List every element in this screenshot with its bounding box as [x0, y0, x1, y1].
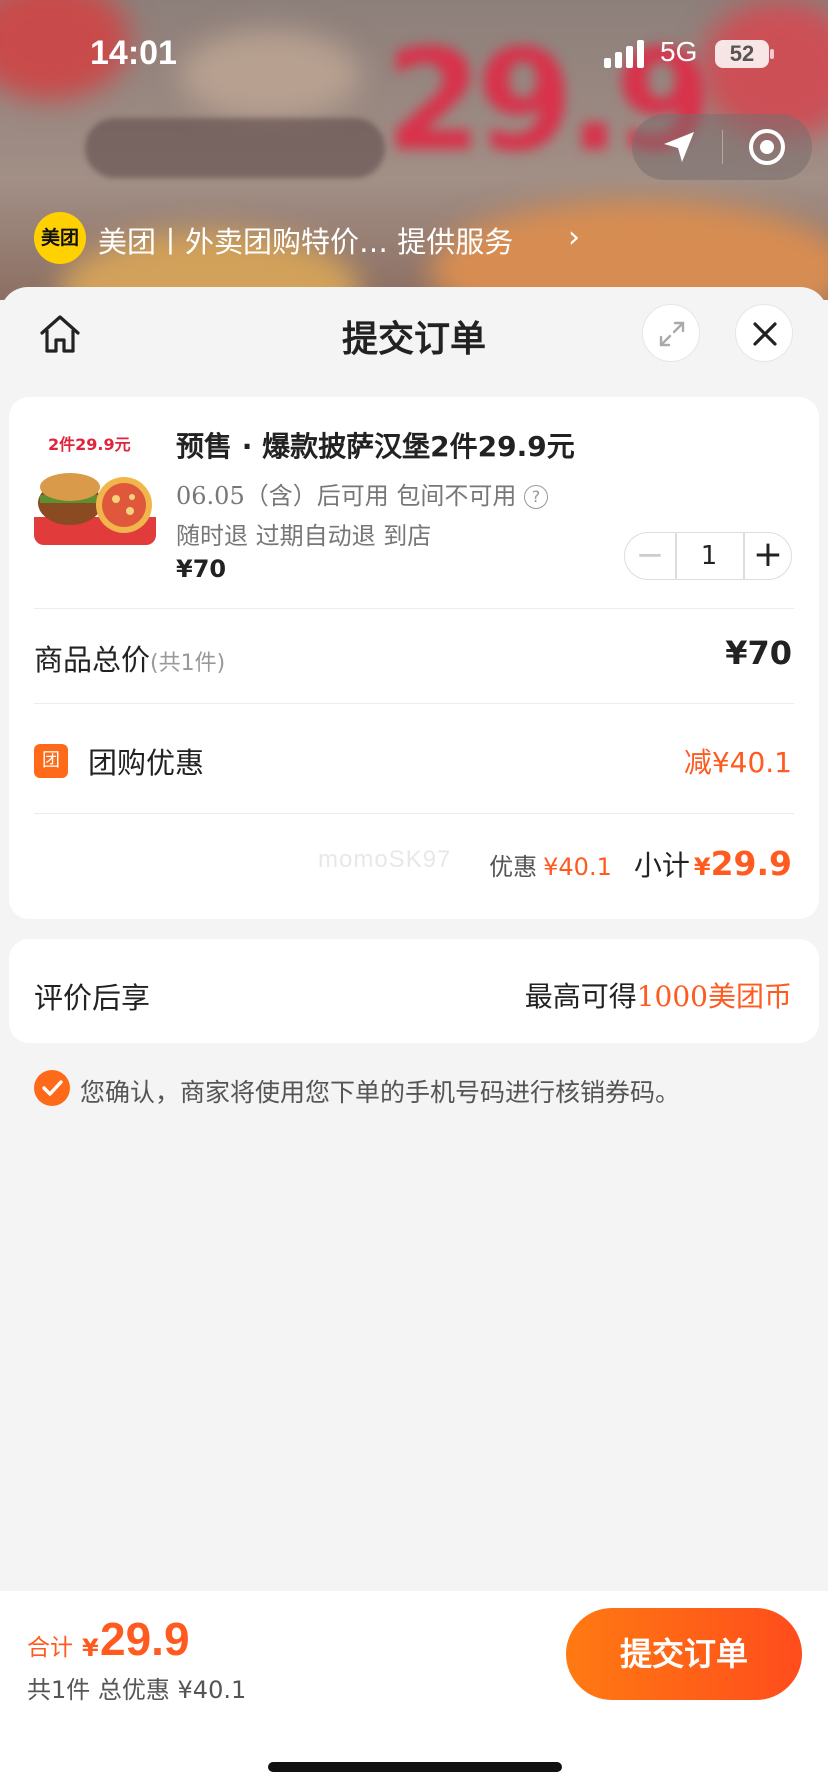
battery-nub: [770, 49, 774, 59]
product-tags: 随时退 过期自动退 到店: [176, 522, 432, 550]
increment-button[interactable]: +: [744, 532, 792, 580]
confirm-text: 您确认，商家将使用您下单的手机号码进行核销券码。: [80, 1078, 681, 1107]
product-availability: 06.05（含）后可用 包间不可用 ?: [176, 476, 548, 511]
submit-order-button[interactable]: 提交订单: [566, 1608, 802, 1700]
quantity-value[interactable]: 1: [676, 532, 742, 580]
review-label: 评价后享: [34, 981, 151, 1015]
total-label-row: 商品总价(共1件): [34, 637, 225, 679]
bottom-currency: ¥: [82, 1634, 99, 1662]
product-image: 2件29.9元: [34, 425, 156, 545]
bottom-total-label: 合计: [27, 1635, 73, 1661]
status-time: 14:01: [90, 34, 177, 72]
group-buy-discount: 减¥40.1: [683, 746, 792, 779]
provider-link[interactable]: 美团丨外卖团购特价… 提供服务: [98, 219, 513, 261]
review-coins: 1000美团币: [636, 980, 792, 1013]
subtotal-currency: ¥: [693, 853, 711, 881]
bottom-total-amount: 29.9: [100, 1613, 190, 1665]
total-count: (共1件): [150, 651, 226, 676]
network-label: 5G: [660, 36, 698, 67]
location-arrow-icon[interactable]: [660, 128, 698, 166]
chevron-right-icon[interactable]: ›: [568, 220, 580, 255]
watermark-text: momoSK97: [318, 846, 452, 873]
capsule-divider: [722, 130, 723, 164]
group-buy-icon: 团: [34, 744, 68, 778]
group-buy-label: 团购优惠: [88, 746, 205, 780]
subtotal-label: 小计: [633, 849, 690, 882]
divider: [34, 703, 794, 704]
confirm-checkbox[interactable]: [34, 1070, 70, 1106]
close-button[interactable]: [735, 304, 793, 362]
total-price: ¥70: [725, 634, 792, 672]
expand-button[interactable]: [642, 304, 700, 362]
product-image-badge: 2件29.9元: [48, 435, 131, 454]
signal-icon: [604, 40, 644, 68]
expand-icon: [659, 321, 685, 347]
availability-text: 06.05（含）后可用 包间不可用: [176, 482, 517, 510]
total-label: 商品总价: [34, 643, 151, 677]
subtotal-row: 优惠 ¥40.1 小计 ¥29.9: [489, 844, 792, 884]
divider: [34, 813, 794, 814]
subtotal-value: 29.9: [710, 844, 792, 883]
product-price: ¥70: [176, 555, 227, 583]
target-icon[interactable]: [748, 128, 786, 166]
home-indicator: [268, 1762, 562, 1772]
checkmark-icon: [42, 1080, 63, 1096]
close-icon: [753, 322, 777, 346]
divider: [34, 608, 794, 609]
meituan-logo: 美团: [34, 212, 86, 264]
product-title: 预售 · 爆款披萨汉堡2件29.9元: [176, 430, 575, 463]
question-icon[interactable]: ?: [523, 485, 548, 509]
bottom-summary: 共1件 总优惠 ¥40.1: [27, 1676, 247, 1704]
savings-label: 优惠: [489, 853, 538, 881]
page-title: 提交订单: [341, 319, 486, 360]
battery-icon: 52: [715, 40, 769, 68]
decrement-button[interactable]: −: [624, 532, 676, 580]
review-reward: 最高可得1000美团币: [525, 975, 792, 1015]
savings-value: ¥40.1: [543, 853, 612, 881]
review-prefix: 最高可得: [524, 980, 637, 1013]
